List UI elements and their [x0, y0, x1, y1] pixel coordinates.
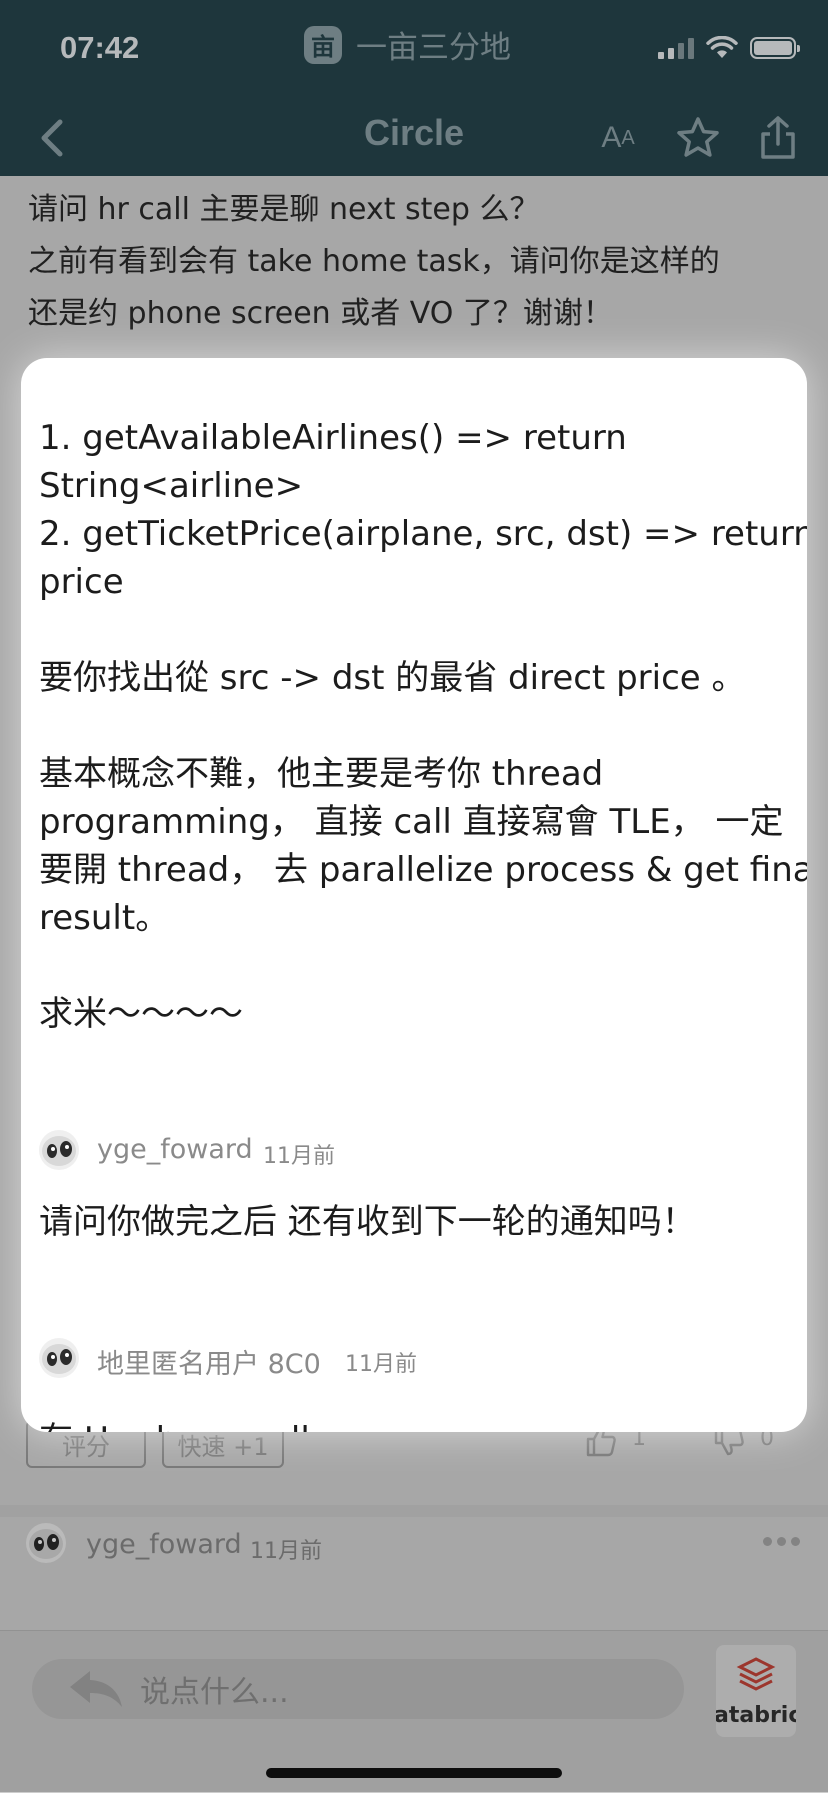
modal-line: result。 — [39, 898, 170, 938]
comment-username[interactable]: yge_foward — [97, 1134, 253, 1165]
post-preview-modal[interactable]: 找我的元，这面远盖利语 1. getAvailableAirlines() =>… — [21, 358, 807, 1432]
modal-scroll-content[interactable]: 找我的元，这面远盖利语 1. getAvailableAirlines() =>… — [21, 358, 807, 1432]
modal-line: 要開 thread， 去 parallelize process & get f… — [39, 850, 807, 890]
comment-text: 有 Hr phone call — [39, 1416, 789, 1432]
modal-line: 1. getAvailableAirlines() => return — [39, 418, 627, 458]
comment-header: yge_foward 11月前 — [39, 1124, 789, 1184]
modal-line: 基本概念不難，他主要是考你 thread — [39, 754, 604, 794]
modal-line: 2. getTicketPrice(airplane, src, dst) =>… — [39, 514, 807, 554]
modal-line: String<airline> — [39, 466, 304, 506]
modal-line: price — [39, 562, 124, 602]
comment-username[interactable]: 地里匿名用户 8C0 — [97, 1342, 321, 1381]
comment-time: 11月前 — [345, 1352, 417, 1377]
comment-header: 地里匿名用户 8C0 11月前 — [39, 1332, 789, 1392]
comment-time: 11月前 — [263, 1144, 335, 1169]
modal-line: 要你找出從 src -> dst 的最省 direct price 。 — [39, 658, 746, 698]
comment-text: 请问你做完之后 还有收到下一轮的通知吗！ — [39, 1202, 696, 1242]
modal-partial-line: 找我的元，这面远盖利语 — [39, 358, 789, 366]
modal-line: 求米～～～～ — [39, 994, 243, 1034]
avatar[interactable] — [39, 1130, 79, 1170]
modal-line: programming， 直接 call 直接寫會 TLE， 一定 — [39, 802, 784, 842]
avatar[interactable] — [39, 1338, 79, 1378]
